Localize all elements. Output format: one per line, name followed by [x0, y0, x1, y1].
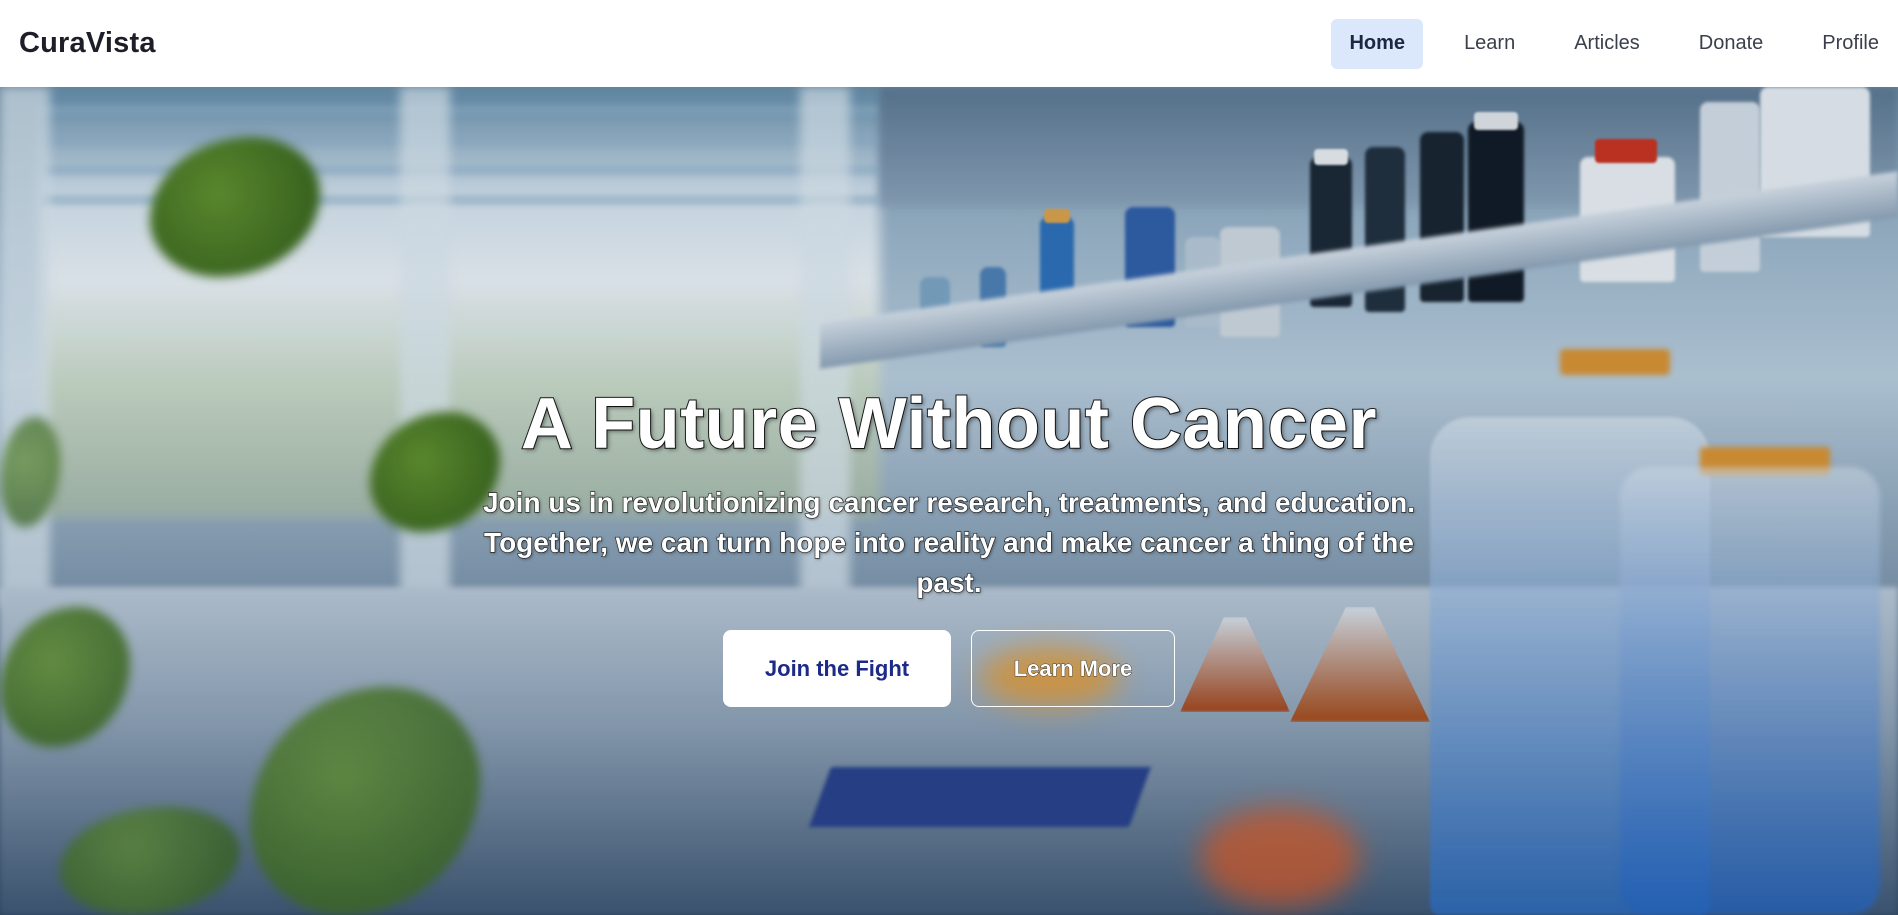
nav-item-profile[interactable]: Profile [1804, 19, 1897, 69]
learn-more-button[interactable]: Learn More [971, 630, 1175, 707]
brand-logo[interactable]: CuraVista [19, 27, 156, 60]
nav-item-articles[interactable]: Articles [1556, 19, 1658, 69]
navbar: CuraVista Home Learn Articles Donate Pro… [0, 0, 1898, 87]
hero-subtitle: Join us in revolutionizing cancer resear… [482, 486, 1415, 598]
hero-title: A Future Without Cancer [520, 383, 1378, 465]
join-the-fight-button[interactable]: Join the Fight [723, 630, 951, 707]
hero-buttons: Join the Fight Learn More [723, 630, 1175, 707]
hero-content: A Future Without Cancer Join us in revol… [0, 87, 1898, 915]
nav-item-learn[interactable]: Learn [1446, 19, 1533, 69]
hero-section: A Future Without Cancer Join us in revol… [0, 87, 1898, 915]
main-nav: Home Learn Articles Donate Profile [1308, 0, 1898, 87]
nav-item-home[interactable]: Home [1331, 18, 1424, 69]
nav-item-donate[interactable]: Donate [1681, 19, 1782, 69]
